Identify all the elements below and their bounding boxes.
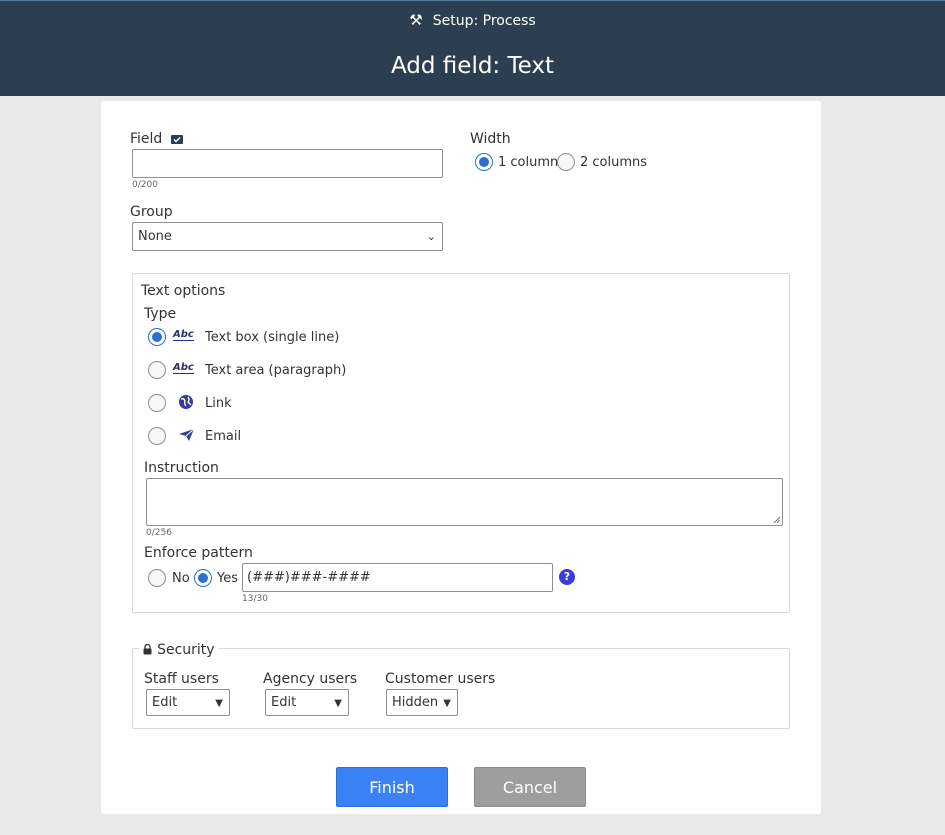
staff-users-value: Edit (152, 695, 178, 710)
enforce-no-label: No (172, 571, 190, 586)
finish-button[interactable]: Finish (336, 767, 448, 807)
chevron-down-icon: ▼ (215, 698, 223, 709)
customer-users-label: Customer users (385, 671, 496, 687)
type-text-area-radio[interactable] (148, 361, 166, 379)
instruction-textarea[interactable] (146, 478, 783, 526)
pattern-input[interactable]: (###)###-#### (242, 563, 553, 592)
help-icon[interactable]: ? (559, 569, 575, 585)
customer-users-select[interactable]: Hidden ▼ (386, 689, 458, 716)
required-check-icon (170, 134, 183, 144)
width-1-column-label: 1 column (498, 155, 559, 170)
type-text-box-label: Text box (single line) (205, 330, 340, 345)
pattern-value: (###)###-#### (247, 570, 371, 585)
field-name-value (133, 156, 138, 171)
enforce-no-radio[interactable] (148, 569, 166, 587)
group-select-value: None (138, 229, 172, 244)
security-title: Security (157, 642, 215, 658)
security-legend: Security (139, 639, 219, 658)
customer-users-value: Hidden (392, 695, 439, 710)
enforce-yes-radio[interactable] (194, 569, 212, 587)
paper-plane-icon (179, 428, 195, 441)
chevron-down-icon: ▼ (443, 698, 451, 709)
group-select[interactable]: None ⌄ (132, 222, 443, 251)
field-label-text: Field (130, 131, 163, 147)
instruction-char-counter: 0/256 (146, 528, 172, 538)
enforce-yes-label: Yes (217, 571, 238, 586)
text-options-title: Text options (141, 283, 226, 299)
lock-icon (143, 643, 152, 655)
staff-users-label: Staff users (144, 671, 219, 687)
agency-users-label: Agency users (263, 671, 358, 687)
type-email-radio[interactable] (148, 427, 166, 445)
field-char-counter: 0/200 (132, 180, 158, 190)
page-title: Add field: Text (390, 53, 555, 79)
breadcrumb: ⚒ Setup: Process (0, 11, 945, 29)
chevron-down-icon: ⌄ (426, 230, 436, 243)
breadcrumb-label: Setup: Process (432, 13, 536, 29)
abc-icon: Abc (173, 329, 194, 341)
width-1-column-radio[interactable] (475, 153, 493, 171)
field-name-input[interactable] (132, 149, 443, 178)
type-label: Type (144, 306, 177, 322)
agency-users-value: Edit (271, 695, 297, 710)
abc-icon: Abc (173, 362, 194, 374)
type-email-label: Email (205, 429, 242, 444)
form-card: Field 0/200 Width 1 column 2 columns Gro… (101, 101, 821, 814)
security-panel (132, 648, 790, 729)
page-header: ⚒ Setup: Process Add field: Text (0, 0, 945, 96)
globe-icon (179, 395, 193, 409)
enforce-pattern-label: Enforce pattern (144, 545, 253, 561)
type-link-radio[interactable] (148, 394, 166, 412)
type-link-label: Link (205, 396, 232, 411)
cancel-button[interactable]: Cancel (474, 767, 586, 807)
pattern-char-counter: 13/30 (242, 594, 268, 604)
instruction-label: Instruction (144, 460, 219, 476)
tools-icon: ⚒ (409, 11, 423, 29)
chevron-down-icon: ▼ (334, 698, 342, 709)
agency-users-select[interactable]: Edit ▼ (265, 689, 349, 716)
type-text-area-label: Text area (paragraph) (205, 363, 347, 378)
resize-handle-icon[interactable] (773, 516, 781, 524)
width-2-columns-label: 2 columns (580, 155, 648, 170)
group-label: Group (130, 204, 173, 220)
field-label: Field (130, 131, 183, 147)
width-2-columns-radio[interactable] (557, 153, 575, 171)
width-label: Width (470, 131, 511, 147)
staff-users-select[interactable]: Edit ▼ (146, 689, 230, 716)
type-text-box-radio[interactable] (148, 328, 166, 346)
